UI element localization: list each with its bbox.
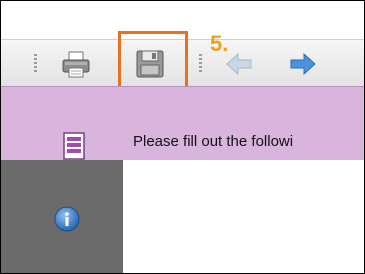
- arrow-right-icon: [290, 52, 316, 76]
- banner-text: Please fill out the followi: [133, 133, 294, 150]
- info-icon[interactable]: [54, 206, 80, 232]
- arrow-left-icon: [226, 52, 252, 76]
- forward-button[interactable]: [287, 48, 319, 80]
- print-button[interactable]: [60, 48, 92, 80]
- content-area: [123, 160, 364, 273]
- step-number-label: 5.: [210, 31, 229, 56]
- screenshot-frame: 1 5. Please fill out the followi: [0, 0, 365, 274]
- left-sidebar: [1, 160, 123, 273]
- form-document-icon: [63, 132, 85, 160]
- toolbar-grip: [34, 54, 37, 74]
- instruction-banner: Please fill out the followi: [1, 86, 364, 161]
- printer-icon: [62, 51, 90, 78]
- toolbar-grip: [199, 54, 202, 74]
